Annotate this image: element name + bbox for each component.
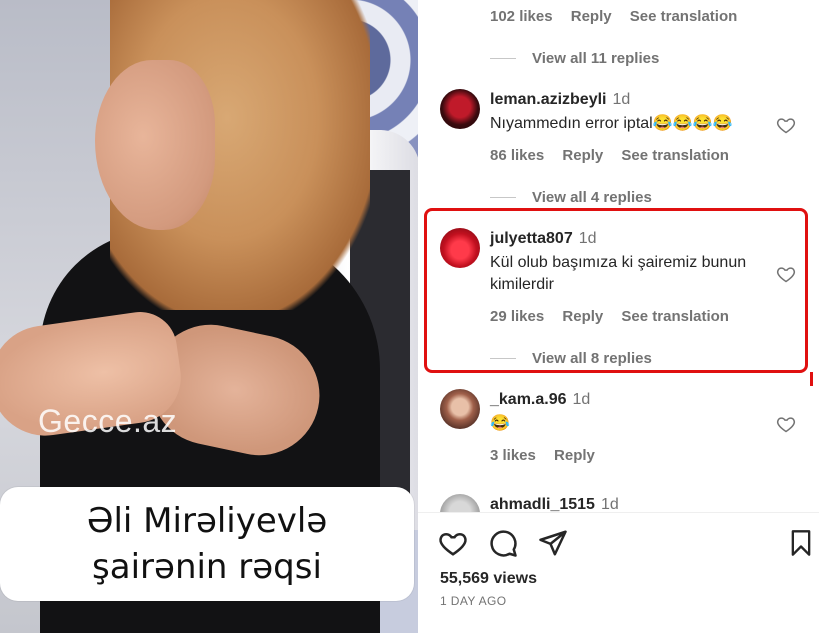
like-heart-icon[interactable] [776,115,796,135]
comment-meta-partial: 102 likes Reply See translation [490,8,751,25]
post-actions [418,526,819,562]
avatar[interactable] [440,389,480,429]
comment-time: 1d [600,496,619,512]
like-heart-icon[interactable] [776,414,796,434]
replies-divider [490,58,516,59]
comment-meta: 3 likes Reply [490,447,609,464]
bookmark-icon [791,530,811,556]
heart-icon [439,532,467,556]
view-count[interactable]: 55,569 views [440,570,537,588]
comment-text: 😂 [490,415,510,432]
reply-button[interactable]: Reply [562,147,603,164]
comment-likes[interactable]: 3 likes [490,447,536,464]
view-replies-button[interactable]: View all 11 replies [490,50,659,67]
comment-time: 1d [612,91,631,108]
see-translation-button[interactable]: See translation [621,147,729,164]
avatar[interactable] [440,89,480,129]
comment-header: leman.azizbeyli 1d [490,91,630,109]
comment-username[interactable]: ahmadli_1515 [490,496,595,512]
avatar[interactable] [440,494,480,512]
comment-username[interactable]: leman.azizbeyli [490,91,607,108]
replies-divider [490,197,516,198]
comment-icon [490,530,517,557]
comment-likes[interactable]: 102 likes [490,8,553,25]
view-replies-label: View all 4 replies [532,189,652,206]
comment-header: _kam.a.96 1d [490,391,590,409]
video-caption-box: Əli Mirəliyevlə şairənin rəqsi [0,487,414,601]
comment-username[interactable]: _kam.a.96 [490,391,567,408]
comment-header: ahmadli_1515 1d [490,496,619,512]
comment-text: Nıyammedın error iptal😂😂😂😂 [490,115,733,132]
reply-button[interactable]: Reply [554,447,595,464]
comment-meta: 86 likes Reply See translation [490,147,743,164]
comment-time: 1d [572,391,591,408]
post-timestamp: 1 DAY AGO [440,594,507,608]
comment-button[interactable] [486,526,520,560]
woman-face [95,60,215,230]
share-button[interactable] [536,526,570,560]
see-translation-button[interactable]: See translation [630,8,738,25]
watermark: Gecce.az [38,403,178,439]
save-button[interactable] [784,526,818,560]
view-replies-label: View all 11 replies [532,50,660,67]
video-player[interactable]: Gecce.az Əli Mirəliyevlə şairənin rəqsi [0,0,418,633]
highlight-mark [810,372,813,386]
highlight-box [424,208,808,373]
view-replies-button[interactable]: View all 4 replies [490,189,652,206]
video-caption: Əli Mirəliyevlə şairənin rəqsi [86,501,328,587]
share-icon [539,530,567,556]
reply-button[interactable]: Reply [571,8,612,25]
like-button[interactable] [436,526,470,560]
comment-likes[interactable]: 86 likes [490,147,544,164]
actions-divider [418,512,819,513]
